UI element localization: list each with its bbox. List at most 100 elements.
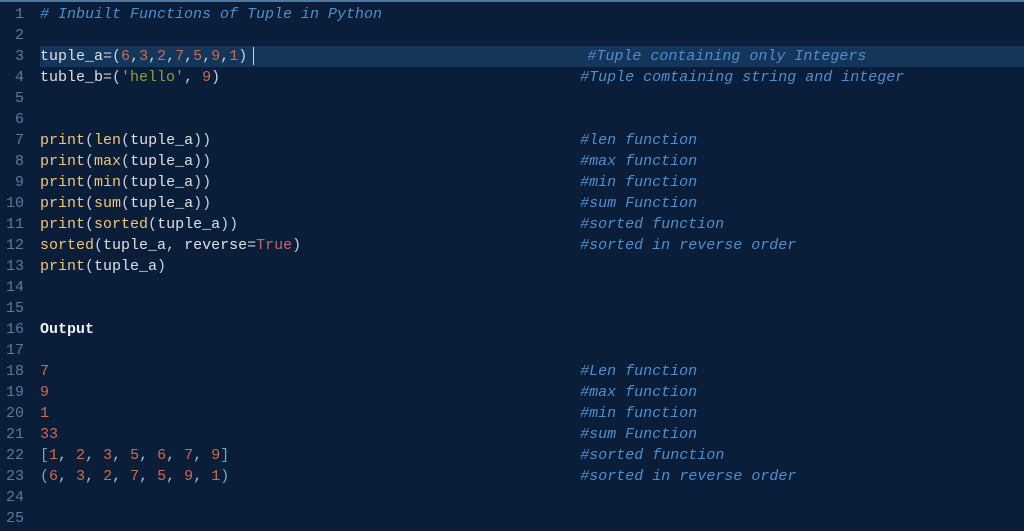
code-token: print [40, 258, 85, 275]
code-area[interactable]: # Inbuilt Functions of Tuple in Python tu… [32, 2, 1024, 531]
line-number: 15 [4, 298, 24, 319]
code-line[interactable]: print(max(tuple_a)) #max function [40, 151, 1024, 172]
inline-comment: #sum Function [580, 426, 697, 443]
code-token: , [130, 48, 139, 65]
line-number: 18 [4, 361, 24, 382]
code-token: 9 [184, 468, 193, 485]
code-token: [ [40, 447, 49, 464]
inline-comment: #len function [580, 132, 697, 149]
code-line[interactable]: print(tuple_a) [40, 256, 1024, 277]
code-line[interactable]: print(len(tuple_a)) #len function [40, 130, 1024, 151]
code-line[interactable]: tuble_b=('hello', 9) #Tuple comtaining s… [40, 67, 1024, 88]
code-token: 1 [40, 405, 49, 422]
code-line[interactable]: (6, 3, 2, 7, 5, 9, 1) #sorted in reverse… [40, 466, 1024, 487]
code-token: 7 [175, 48, 184, 65]
code-token: tuble_b [40, 69, 103, 86]
line-number: 4 [4, 67, 24, 88]
code-token: 6 [121, 48, 130, 65]
code-token: 9 [211, 48, 220, 65]
line-number: 10 [4, 193, 24, 214]
code-line[interactable] [40, 508, 1024, 529]
line-number: 11 [4, 214, 24, 235]
code-token: ) [238, 48, 247, 65]
padding [49, 363, 580, 380]
code-line[interactable]: 9 #max function [40, 382, 1024, 403]
code-token: ( [121, 195, 130, 212]
code-editor[interactable]: 1234567891011121314151617181920212223242… [0, 2, 1024, 531]
code-token: = [247, 237, 256, 254]
inline-comment: #sorted in reverse order [580, 237, 796, 254]
inline-comment: #Len function [580, 363, 697, 380]
code-token: 2 [76, 447, 85, 464]
code-token: ) [292, 237, 301, 254]
padding [58, 426, 580, 443]
code-line[interactable]: print(sum(tuple_a)) #sum Function [40, 193, 1024, 214]
code-line[interactable] [40, 88, 1024, 109]
code-token: 5 [130, 447, 139, 464]
code-line[interactable]: Output [40, 319, 1024, 340]
line-number: 17 [4, 340, 24, 361]
code-token: 1 [211, 468, 220, 485]
code-token: 1 [49, 447, 58, 464]
code-token: , [85, 468, 103, 485]
inline-comment: #sum Function [580, 195, 697, 212]
code-token: print [40, 216, 85, 233]
code-line[interactable] [40, 298, 1024, 319]
code-token: tuple_a [40, 48, 103, 65]
code-token: , [193, 447, 211, 464]
code-token: 9 [40, 384, 49, 401]
code-token: )) [193, 174, 211, 191]
code-line[interactable]: sorted(tuple_a, reverse=True) #sorted in… [40, 235, 1024, 256]
code-token: print [40, 132, 85, 149]
code-token: tuple_a [130, 195, 193, 212]
code-token: , [166, 237, 184, 254]
code-token: 6 [49, 468, 58, 485]
code-token: sum [94, 195, 121, 212]
code-token: , [166, 447, 184, 464]
code-line[interactable] [40, 277, 1024, 298]
code-line[interactable]: print(sorted(tuple_a)) #sorted function [40, 214, 1024, 235]
code-token: , [58, 447, 76, 464]
code-line[interactable] [40, 340, 1024, 361]
code-token: ] [220, 447, 229, 464]
code-token: 2 [103, 468, 112, 485]
code-token: 7 [184, 447, 193, 464]
line-number: 21 [4, 424, 24, 445]
code-token: ( [85, 132, 94, 149]
code-line[interactable]: 7 #Len function [40, 361, 1024, 382]
code-token: tuple_a [130, 153, 193, 170]
code-token: True [256, 237, 292, 254]
code-line[interactable] [40, 487, 1024, 508]
code-line[interactable]: 33 #sum Function [40, 424, 1024, 445]
code-line[interactable]: [1, 2, 3, 5, 6, 7, 9] #sorted function [40, 445, 1024, 466]
code-token: ( [94, 237, 103, 254]
line-number: 22 [4, 445, 24, 466]
code-token: )) [193, 195, 211, 212]
code-token: ) [211, 69, 220, 86]
code-token: , [184, 48, 193, 65]
code-token: tuple_a [157, 216, 220, 233]
code-line[interactable] [40, 109, 1024, 130]
code-token: = [103, 69, 112, 86]
line-number: 7 [4, 130, 24, 151]
code-token: 9 [211, 447, 220, 464]
line-number: 5 [4, 88, 24, 109]
code-line[interactable]: print(min(tuple_a)) #min function [40, 172, 1024, 193]
code-token: ( [148, 216, 157, 233]
code-token: ) [157, 258, 166, 275]
code-token: min [94, 174, 121, 191]
code-line[interactable]: tuple_a=(6,3,2,7,5,9,1) #Tuple containin… [40, 46, 1024, 67]
code-token: , [220, 48, 229, 65]
code-line[interactable] [40, 25, 1024, 46]
padding [211, 195, 580, 212]
padding [211, 174, 580, 191]
code-token: ( [112, 69, 121, 86]
code-line[interactable]: 1 #min function [40, 403, 1024, 424]
code-token: tuple_a [94, 258, 157, 275]
line-number: 16 [4, 319, 24, 340]
code-token: sorted [40, 237, 94, 254]
code-line[interactable]: # Inbuilt Functions of Tuple in Python [40, 4, 1024, 25]
line-number: 6 [4, 109, 24, 130]
code-token: , [139, 447, 157, 464]
padding [211, 132, 580, 149]
